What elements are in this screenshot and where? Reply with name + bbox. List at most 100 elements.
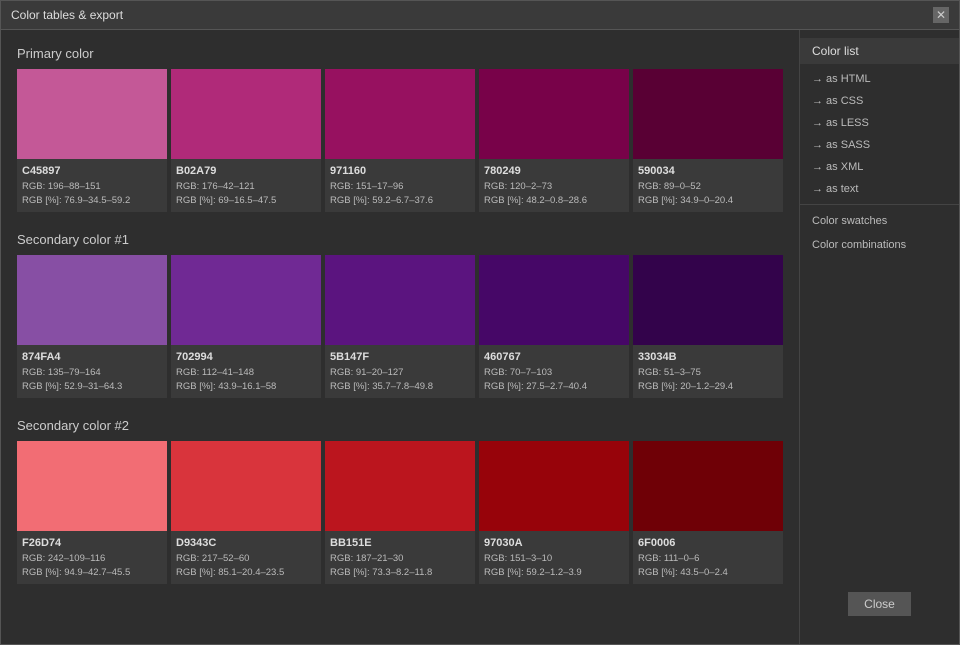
color-swatch-0-2[interactable] [325, 69, 475, 159]
color-rgb-1-3: RGB: 70–7–103 [484, 366, 624, 380]
sidebar: Color list → as HTML → as CSS → as LESS … [799, 30, 959, 644]
color-info-0-2: 971160RGB: 151–17–96RGB [%]: 59.2–6.7–37… [325, 159, 475, 212]
color-rgbp-1-3: RGB [%]: 27.5–2.7–40.4 [484, 380, 624, 394]
color-section-1: Secondary color #1874FA4RGB: 135–79–164R… [17, 232, 783, 398]
sidebar-as-html[interactable]: → as HTML [800, 68, 959, 90]
color-info-1-3: 460767RGB: 70–7–103RGB [%]: 27.5–2.7–40.… [479, 345, 629, 398]
color-hex-1-2: 5B147F [330, 349, 470, 366]
color-rgbp-2-1: RGB [%]: 85.1–20.4–23.5 [176, 566, 316, 580]
color-hex-2-2: BB151E [330, 535, 470, 552]
main-content: Primary colorC45897RGB: 196–88–151RGB [%… [1, 30, 799, 644]
color-swatch-1-3[interactable] [479, 255, 629, 345]
color-rgbp-2-3: RGB [%]: 59.2–1.2–3.9 [484, 566, 624, 580]
color-swatch-2-2[interactable] [325, 441, 475, 531]
color-cell-1-2: 5B147FRGB: 91–20–127RGB [%]: 35.7–7.8–49… [325, 255, 475, 398]
color-swatch-0-4[interactable] [633, 69, 783, 159]
sidebar-close-button[interactable]: Close [848, 592, 911, 616]
color-rgbp-2-2: RGB [%]: 73.3–8.2–11.8 [330, 566, 470, 580]
color-cell-0-0: C45897RGB: 196–88–151RGB [%]: 76.9–34.5–… [17, 69, 167, 212]
color-rgb-1-2: RGB: 91–20–127 [330, 366, 470, 380]
sidebar-as-text[interactable]: → as text [800, 178, 959, 200]
color-swatch-2-1[interactable] [171, 441, 321, 531]
color-rgb-2-4: RGB: 111–0–6 [638, 552, 778, 566]
color-info-0-0: C45897RGB: 196–88–151RGB [%]: 76.9–34.5–… [17, 159, 167, 212]
color-rgbp-1-4: RGB [%]: 20–1.2–29.4 [638, 380, 778, 394]
color-rgb-0-3: RGB: 120–2–73 [484, 180, 624, 194]
color-rgb-1-1: RGB: 112–41–148 [176, 366, 316, 380]
color-info-1-2: 5B147FRGB: 91–20–127RGB [%]: 35.7–7.8–49… [325, 345, 475, 398]
color-info-0-1: B02A79RGB: 176–42–121RGB [%]: 69–16.5–47… [171, 159, 321, 212]
color-cell-2-3: 97030ARGB: 151–3–10RGB [%]: 59.2–1.2–3.9 [479, 441, 629, 584]
color-rgbp-1-2: RGB [%]: 35.7–7.8–49.8 [330, 380, 470, 394]
color-swatch-1-4[interactable] [633, 255, 783, 345]
sidebar-color-combinations[interactable]: Color combinations [800, 233, 959, 257]
color-rgbp-2-0: RGB [%]: 94.9–42.7–45.5 [22, 566, 162, 580]
color-swatch-2-0[interactable] [17, 441, 167, 531]
color-rgb-1-0: RGB: 135–79–164 [22, 366, 162, 380]
dialog-title: Color tables & export [11, 8, 123, 22]
color-info-2-1: D9343CRGB: 217–52–60RGB [%]: 85.1–20.4–2… [171, 531, 321, 584]
color-cell-0-4: 590034RGB: 89–0–52RGB [%]: 34.9–0–20.4 [633, 69, 783, 212]
color-section-0: Primary colorC45897RGB: 196–88–151RGB [%… [17, 46, 783, 212]
color-info-2-4: 6F0006RGB: 111–0–6RGB [%]: 43.5–0–2.4 [633, 531, 783, 584]
color-hex-2-3: 97030A [484, 535, 624, 552]
color-cell-2-2: BB151ERGB: 187–21–30RGB [%]: 73.3–8.2–11… [325, 441, 475, 584]
color-rgb-2-3: RGB: 151–3–10 [484, 552, 624, 566]
color-hex-0-4: 590034 [638, 163, 778, 180]
color-hex-0-2: 971160 [330, 163, 470, 180]
color-rgbp-2-4: RGB [%]: 43.5–0–2.4 [638, 566, 778, 580]
color-cell-1-0: 874FA4RGB: 135–79–164RGB [%]: 52.9–31–64… [17, 255, 167, 398]
color-cell-2-1: D9343CRGB: 217–52–60RGB [%]: 85.1–20.4–2… [171, 441, 321, 584]
color-cell-2-4: 6F0006RGB: 111–0–6RGB [%]: 43.5–0–2.4 [633, 441, 783, 584]
color-rgb-0-0: RGB: 196–88–151 [22, 180, 162, 194]
color-rgb-2-2: RGB: 187–21–30 [330, 552, 470, 566]
color-hex-1-0: 874FA4 [22, 349, 162, 366]
sidebar-color-list-label: Color list [800, 38, 959, 64]
titlebar: Color tables & export ✕ [1, 1, 959, 30]
color-hex-2-0: F26D74 [22, 535, 162, 552]
title-close-button[interactable]: ✕ [933, 7, 949, 23]
color-swatch-0-1[interactable] [171, 69, 321, 159]
sidebar-color-swatches[interactable]: Color swatches [800, 209, 959, 233]
color-rgbp-0-4: RGB [%]: 34.9–0–20.4 [638, 194, 778, 208]
color-swatch-0-0[interactable] [17, 69, 167, 159]
sidebar-as-css[interactable]: → as CSS [800, 90, 959, 112]
color-hex-0-1: B02A79 [176, 163, 316, 180]
color-info-1-4: 33034BRGB: 51–3–75RGB [%]: 20–1.2–29.4 [633, 345, 783, 398]
sidebar-as-less[interactable]: → as LESS [800, 112, 959, 134]
color-swatch-0-3[interactable] [479, 69, 629, 159]
color-info-0-3: 780249RGB: 120–2–73RGB [%]: 48.2–0.8–28.… [479, 159, 629, 212]
color-hex-0-3: 780249 [484, 163, 624, 180]
sidebar-as-sass[interactable]: → as SASS [800, 134, 959, 156]
color-rgb-0-2: RGB: 151–17–96 [330, 180, 470, 194]
color-info-1-1: 702994RGB: 112–41–148RGB [%]: 43.9–16.1–… [171, 345, 321, 398]
color-rgbp-0-0: RGB [%]: 76.9–34.5–59.2 [22, 194, 162, 208]
color-cell-1-3: 460767RGB: 70–7–103RGB [%]: 27.5–2.7–40.… [479, 255, 629, 398]
color-section-2: Secondary color #2F26D74RGB: 242–109–116… [17, 418, 783, 584]
sidebar-bottom: Close [800, 576, 959, 636]
color-swatch-2-3[interactable] [479, 441, 629, 531]
color-cell-1-4: 33034BRGB: 51–3–75RGB [%]: 20–1.2–29.4 [633, 255, 783, 398]
dialog-body: Primary colorC45897RGB: 196–88–151RGB [%… [1, 30, 959, 644]
color-grid-0: C45897RGB: 196–88–151RGB [%]: 76.9–34.5–… [17, 69, 783, 212]
color-hex-1-1: 702994 [176, 349, 316, 366]
color-info-2-3: 97030ARGB: 151–3–10RGB [%]: 59.2–1.2–3.9 [479, 531, 629, 584]
color-cell-0-1: B02A79RGB: 176–42–121RGB [%]: 69–16.5–47… [171, 69, 321, 212]
color-rgbp-0-3: RGB [%]: 48.2–0.8–28.6 [484, 194, 624, 208]
color-swatch-1-2[interactable] [325, 255, 475, 345]
color-info-1-0: 874FA4RGB: 135–79–164RGB [%]: 52.9–31–64… [17, 345, 167, 398]
color-rgb-0-4: RGB: 89–0–52 [638, 180, 778, 194]
dialog: Color tables & export ✕ Primary colorC45… [0, 0, 960, 645]
color-cell-1-1: 702994RGB: 112–41–148RGB [%]: 43.9–16.1–… [171, 255, 321, 398]
color-hex-2-1: D9343C [176, 535, 316, 552]
color-swatch-1-0[interactable] [17, 255, 167, 345]
color-rgb-1-4: RGB: 51–3–75 [638, 366, 778, 380]
color-swatch-1-1[interactable] [171, 255, 321, 345]
sidebar-as-xml[interactable]: → as XML [800, 156, 959, 178]
color-rgbp-0-2: RGB [%]: 59.2–6.7–37.6 [330, 194, 470, 208]
color-swatch-2-4[interactable] [633, 441, 783, 531]
color-hex-2-4: 6F0006 [638, 535, 778, 552]
color-rgbp-0-1: RGB [%]: 69–16.5–47.5 [176, 194, 316, 208]
color-grid-2: F26D74RGB: 242–109–116RGB [%]: 94.9–42.7… [17, 441, 783, 584]
color-info-2-2: BB151ERGB: 187–21–30RGB [%]: 73.3–8.2–11… [325, 531, 475, 584]
